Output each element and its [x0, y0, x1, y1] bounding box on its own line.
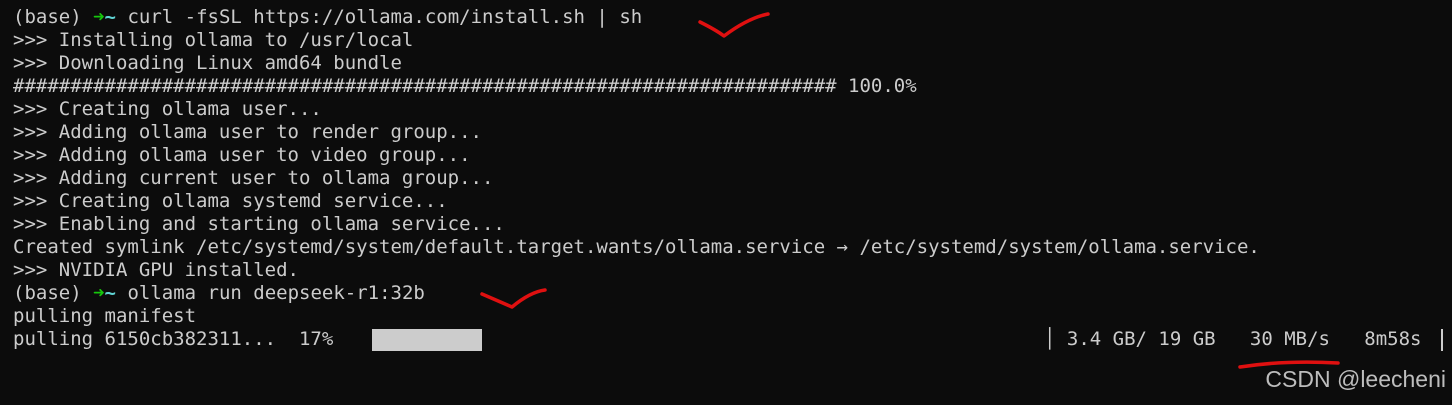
prompt-line-ollama-run: (base) ➜~ ollama run deepseek-r1:32b [13, 282, 425, 305]
conda-env-label: (base) [13, 6, 94, 28]
terminal-window[interactable]: (base) ➜~ curl -fsSL https://ollama.com/… [0, 0, 1452, 405]
output-line: >>> Creating ollama systemd service... [13, 190, 448, 212]
pulling-manifest-line: pulling manifest [13, 305, 197, 327]
output-line: >>> Adding ollama user to render group..… [13, 121, 482, 143]
prompt-arrow-icon: ➜ [93, 6, 105, 28]
output-line: >>> Creating ollama user... [13, 98, 322, 120]
output-line: >>> Adding current user to ollama group.… [13, 167, 494, 189]
conda-env-label: (base) [13, 282, 94, 304]
download-status-text: │ 3.4 GB/ 19 GB 30 MB/s 8m58s [1044, 328, 1422, 350]
output-line: >>> Adding ollama user to video group... [13, 144, 471, 166]
prompt-arrow-icon: ➜ [93, 282, 105, 304]
output-line: >>> Enabling and starting ollama service… [13, 213, 505, 235]
watermark-text: CSDN @leecheni [1265, 366, 1446, 392]
prompt-line-curl: (base) ➜~ curl -fsSL https://ollama.com/… [13, 6, 642, 29]
text-cursor [1441, 329, 1443, 351]
output-line: >>> NVIDIA GPU installed. [13, 259, 299, 281]
output-line: >>> Installing ollama to /usr/local [13, 29, 414, 51]
output-line: >>> Downloading Linux amd64 bundle [13, 52, 402, 74]
prompt-cwd-tilde: ~ [104, 6, 116, 28]
command-text: curl -fsSL https://ollama.com/install.sh… [127, 6, 643, 28]
annotation-check-mark [480, 288, 547, 309]
download-progress-line: ########################################… [13, 75, 917, 97]
prompt-cwd-tilde: ~ [104, 282, 116, 304]
download-progress-bar [372, 329, 482, 351]
pulling-layer-line: pulling 6150cb382311... 17% [13, 328, 334, 350]
symlink-output-line: Created symlink /etc/systemd/system/defa… [13, 236, 1260, 258]
annotation-check-mark [698, 12, 770, 38]
command-text: ollama run deepseek-r1:32b [127, 282, 425, 304]
